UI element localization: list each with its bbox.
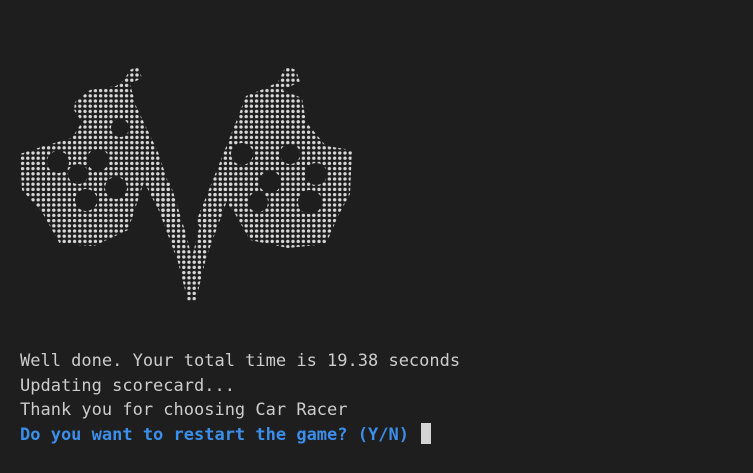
text-cursor[interactable] — [420, 422, 431, 444]
terminal-output: Well done. Your total time is 19.38 seco… — [20, 349, 460, 447]
terminal-window[interactable]: Well done. Your total time is 19.38 seco… — [0, 0, 753, 473]
restart-prompt: Do you want to restart the game? (Y/N) — [20, 424, 409, 445]
checkered-flags-victory-dots-icon — [20, 66, 352, 302]
scorecard-status-line: Updating scorecard... — [20, 375, 235, 396]
result-line: Well done. Your total time is 19.38 seco… — [20, 351, 461, 371]
thank-you-line: Thank you for choosing Car Racer — [20, 400, 348, 420]
restart-prompt-row[interactable]: Do you want to restart the game? (Y/N) — [20, 422, 460, 448]
